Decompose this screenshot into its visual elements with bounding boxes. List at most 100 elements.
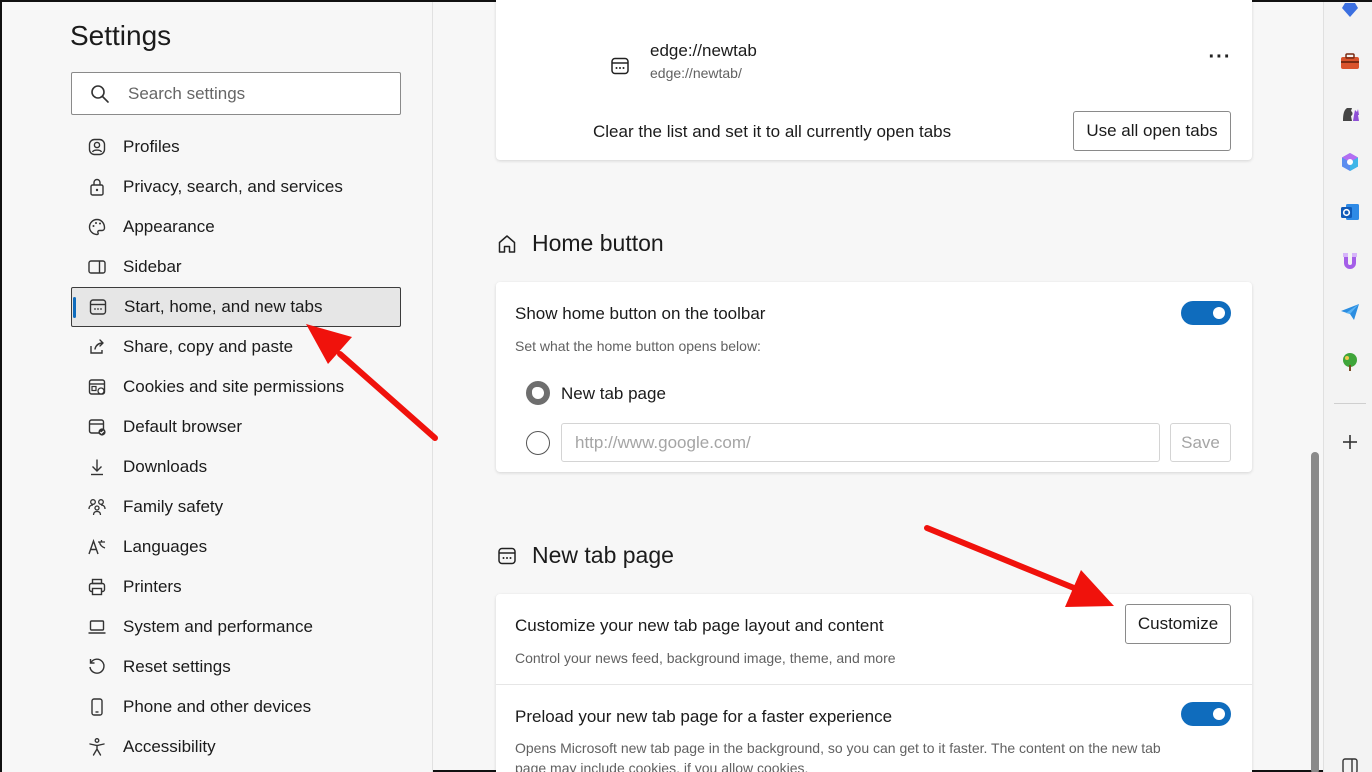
preload-subtitle-line1: Opens Microsoft new tab page in the back…: [515, 740, 1161, 756]
home-url-input[interactable]: [561, 423, 1160, 462]
nav-item-label: Default browser: [123, 417, 243, 436]
customize-button[interactable]: Customize: [1125, 604, 1231, 644]
preload-toggle[interactable]: [1181, 702, 1231, 726]
nav-item-languages[interactable]: Languages: [71, 527, 401, 567]
languages-icon: [87, 537, 107, 557]
profile-icon: [87, 137, 107, 157]
browser-check-icon: [87, 417, 107, 437]
nav-item-label: Printers: [123, 577, 182, 596]
phone-icon: [87, 697, 107, 717]
rail-divider: [1334, 403, 1366, 404]
nav-item-share[interactable]: Share, copy and paste: [71, 327, 401, 367]
sidebar-icon: [87, 257, 107, 277]
use-all-open-tabs-button[interactable]: Use all open tabs: [1073, 111, 1231, 151]
save-button[interactable]: Save: [1170, 423, 1231, 462]
preload-title: Preload your new tab page for a faster e…: [515, 707, 893, 726]
search-input[interactable]: [128, 83, 378, 104]
nav-item-label: Family safety: [123, 497, 224, 516]
nav-item-family-safety[interactable]: Family safety: [71, 487, 401, 527]
settings-content: edge://newtab edge://newtab/ ··· Clear t…: [434, 0, 1322, 772]
sidebar-toggle-icon[interactable]: [1338, 754, 1362, 772]
nav-item-label: Profiles: [123, 137, 180, 156]
custom-url-radio[interactable]: [526, 431, 550, 455]
new-tab-page-card: Customize your new tab page layout and c…: [496, 594, 1252, 772]
settings-sidebar: Settings Profiles Privacy, search, and s…: [2, 2, 433, 772]
nav-item-label: Languages: [123, 537, 208, 556]
nav-item-label: Start, home, and new tabs: [124, 297, 323, 316]
share-icon: [87, 337, 107, 357]
scrollbar[interactable]: [1308, 2, 1322, 772]
search-icon: [90, 84, 110, 104]
clear-list-label: Clear the list and set it to all current…: [593, 122, 952, 141]
home-icon: [496, 233, 518, 255]
nav-item-label: Appearance: [123, 217, 215, 236]
new-tab-page-radio[interactable]: [526, 381, 550, 405]
laptop-icon: [87, 617, 107, 637]
nav-item-start-home-new-tabs[interactable]: Start, home, and new tabs: [71, 287, 401, 327]
new-tab-icon: [88, 297, 108, 317]
new-tab-page-option-label: New tab page: [561, 384, 666, 403]
nav-item-cookies[interactable]: Cookies and site permissions: [71, 367, 401, 407]
new-tab-icon: [496, 545, 518, 567]
divider: [496, 684, 1252, 685]
copilot-icon[interactable]: [1338, 150, 1362, 174]
customize-subtitle: Control your news feed, background image…: [515, 650, 896, 666]
tag-icon[interactable]: [1338, 2, 1362, 26]
section-title: New tab page: [532, 542, 674, 568]
toolbox-icon[interactable]: [1338, 50, 1362, 74]
section-title: Home button: [532, 230, 664, 256]
family-icon: [87, 497, 107, 517]
nav-item-label: Privacy, search, and services: [123, 177, 343, 196]
nav-item-label: Downloads: [123, 457, 208, 476]
reset-icon: [87, 657, 107, 677]
new-tab-page-heading: New tab page: [496, 542, 674, 569]
send-icon[interactable]: [1338, 300, 1362, 324]
home-button-card: Show home button on the toolbar Set what…: [496, 282, 1252, 472]
show-home-button-toggle[interactable]: [1181, 301, 1231, 325]
nav-item-printers[interactable]: Printers: [71, 567, 401, 607]
settings-nav: Profiles Privacy, search, and services A…: [71, 127, 401, 767]
home-button-heading: Home button: [496, 230, 664, 257]
nav-item-system[interactable]: System and performance: [71, 607, 401, 647]
nav-item-label: System and performance: [123, 617, 313, 636]
new-tab-page-icon: [610, 56, 630, 76]
nav-item-sidebar[interactable]: Sidebar: [71, 247, 401, 287]
preload-subtitle-line2: page may include cookies, if you allow c…: [515, 760, 809, 772]
nav-item-privacy[interactable]: Privacy, search, and services: [71, 167, 401, 207]
page-title: Settings: [70, 20, 172, 51]
download-icon: [87, 457, 107, 477]
nav-item-label: Accessibility: [123, 737, 216, 756]
palette-icon: [87, 217, 107, 237]
home-button-subtitle: Set what the home button opens below:: [515, 338, 761, 354]
add-icon[interactable]: [1338, 430, 1362, 454]
nav-item-label: Sidebar: [123, 257, 182, 276]
nav-item-label: Share, copy and paste: [123, 337, 294, 356]
chess-icon[interactable]: [1338, 100, 1362, 124]
edge-sidebar-rail: [1323, 2, 1372, 772]
startup-pages-card: edge://newtab edge://newtab/ ··· Clear t…: [496, 0, 1252, 160]
nav-item-label: Reset settings: [123, 657, 231, 676]
nav-item-downloads[interactable]: Downloads: [71, 447, 401, 487]
nav-item-profiles[interactable]: Profiles: [71, 127, 401, 167]
nav-item-reset[interactable]: Reset settings: [71, 647, 401, 687]
scrollbar-thumb[interactable]: [1311, 452, 1319, 772]
nav-item-label: Cookies and site permissions: [123, 377, 345, 396]
nav-item-label: Phone and other devices: [123, 697, 312, 716]
nav-item-accessibility[interactable]: Accessibility: [71, 727, 401, 767]
tree-icon[interactable]: [1338, 350, 1362, 374]
startup-entry-title: edge://newtab: [650, 41, 757, 60]
cookies-icon: [87, 377, 107, 397]
search-box[interactable]: [71, 72, 401, 115]
magnet-icon[interactable]: [1338, 250, 1362, 274]
startup-entry-url: edge://newtab/: [650, 65, 742, 81]
printer-icon: [87, 577, 107, 597]
nav-item-appearance[interactable]: Appearance: [71, 207, 401, 247]
nav-item-phone[interactable]: Phone and other devices: [71, 687, 401, 727]
nav-item-default-browser[interactable]: Default browser: [71, 407, 401, 447]
outlook-icon[interactable]: [1338, 200, 1362, 224]
lock-icon: [87, 177, 107, 197]
show-home-button-label: Show home button on the toolbar: [515, 304, 766, 323]
accessibility-icon: [87, 737, 107, 757]
customize-title: Customize your new tab page layout and c…: [515, 616, 884, 635]
more-options-icon[interactable]: ···: [1208, 47, 1232, 72]
